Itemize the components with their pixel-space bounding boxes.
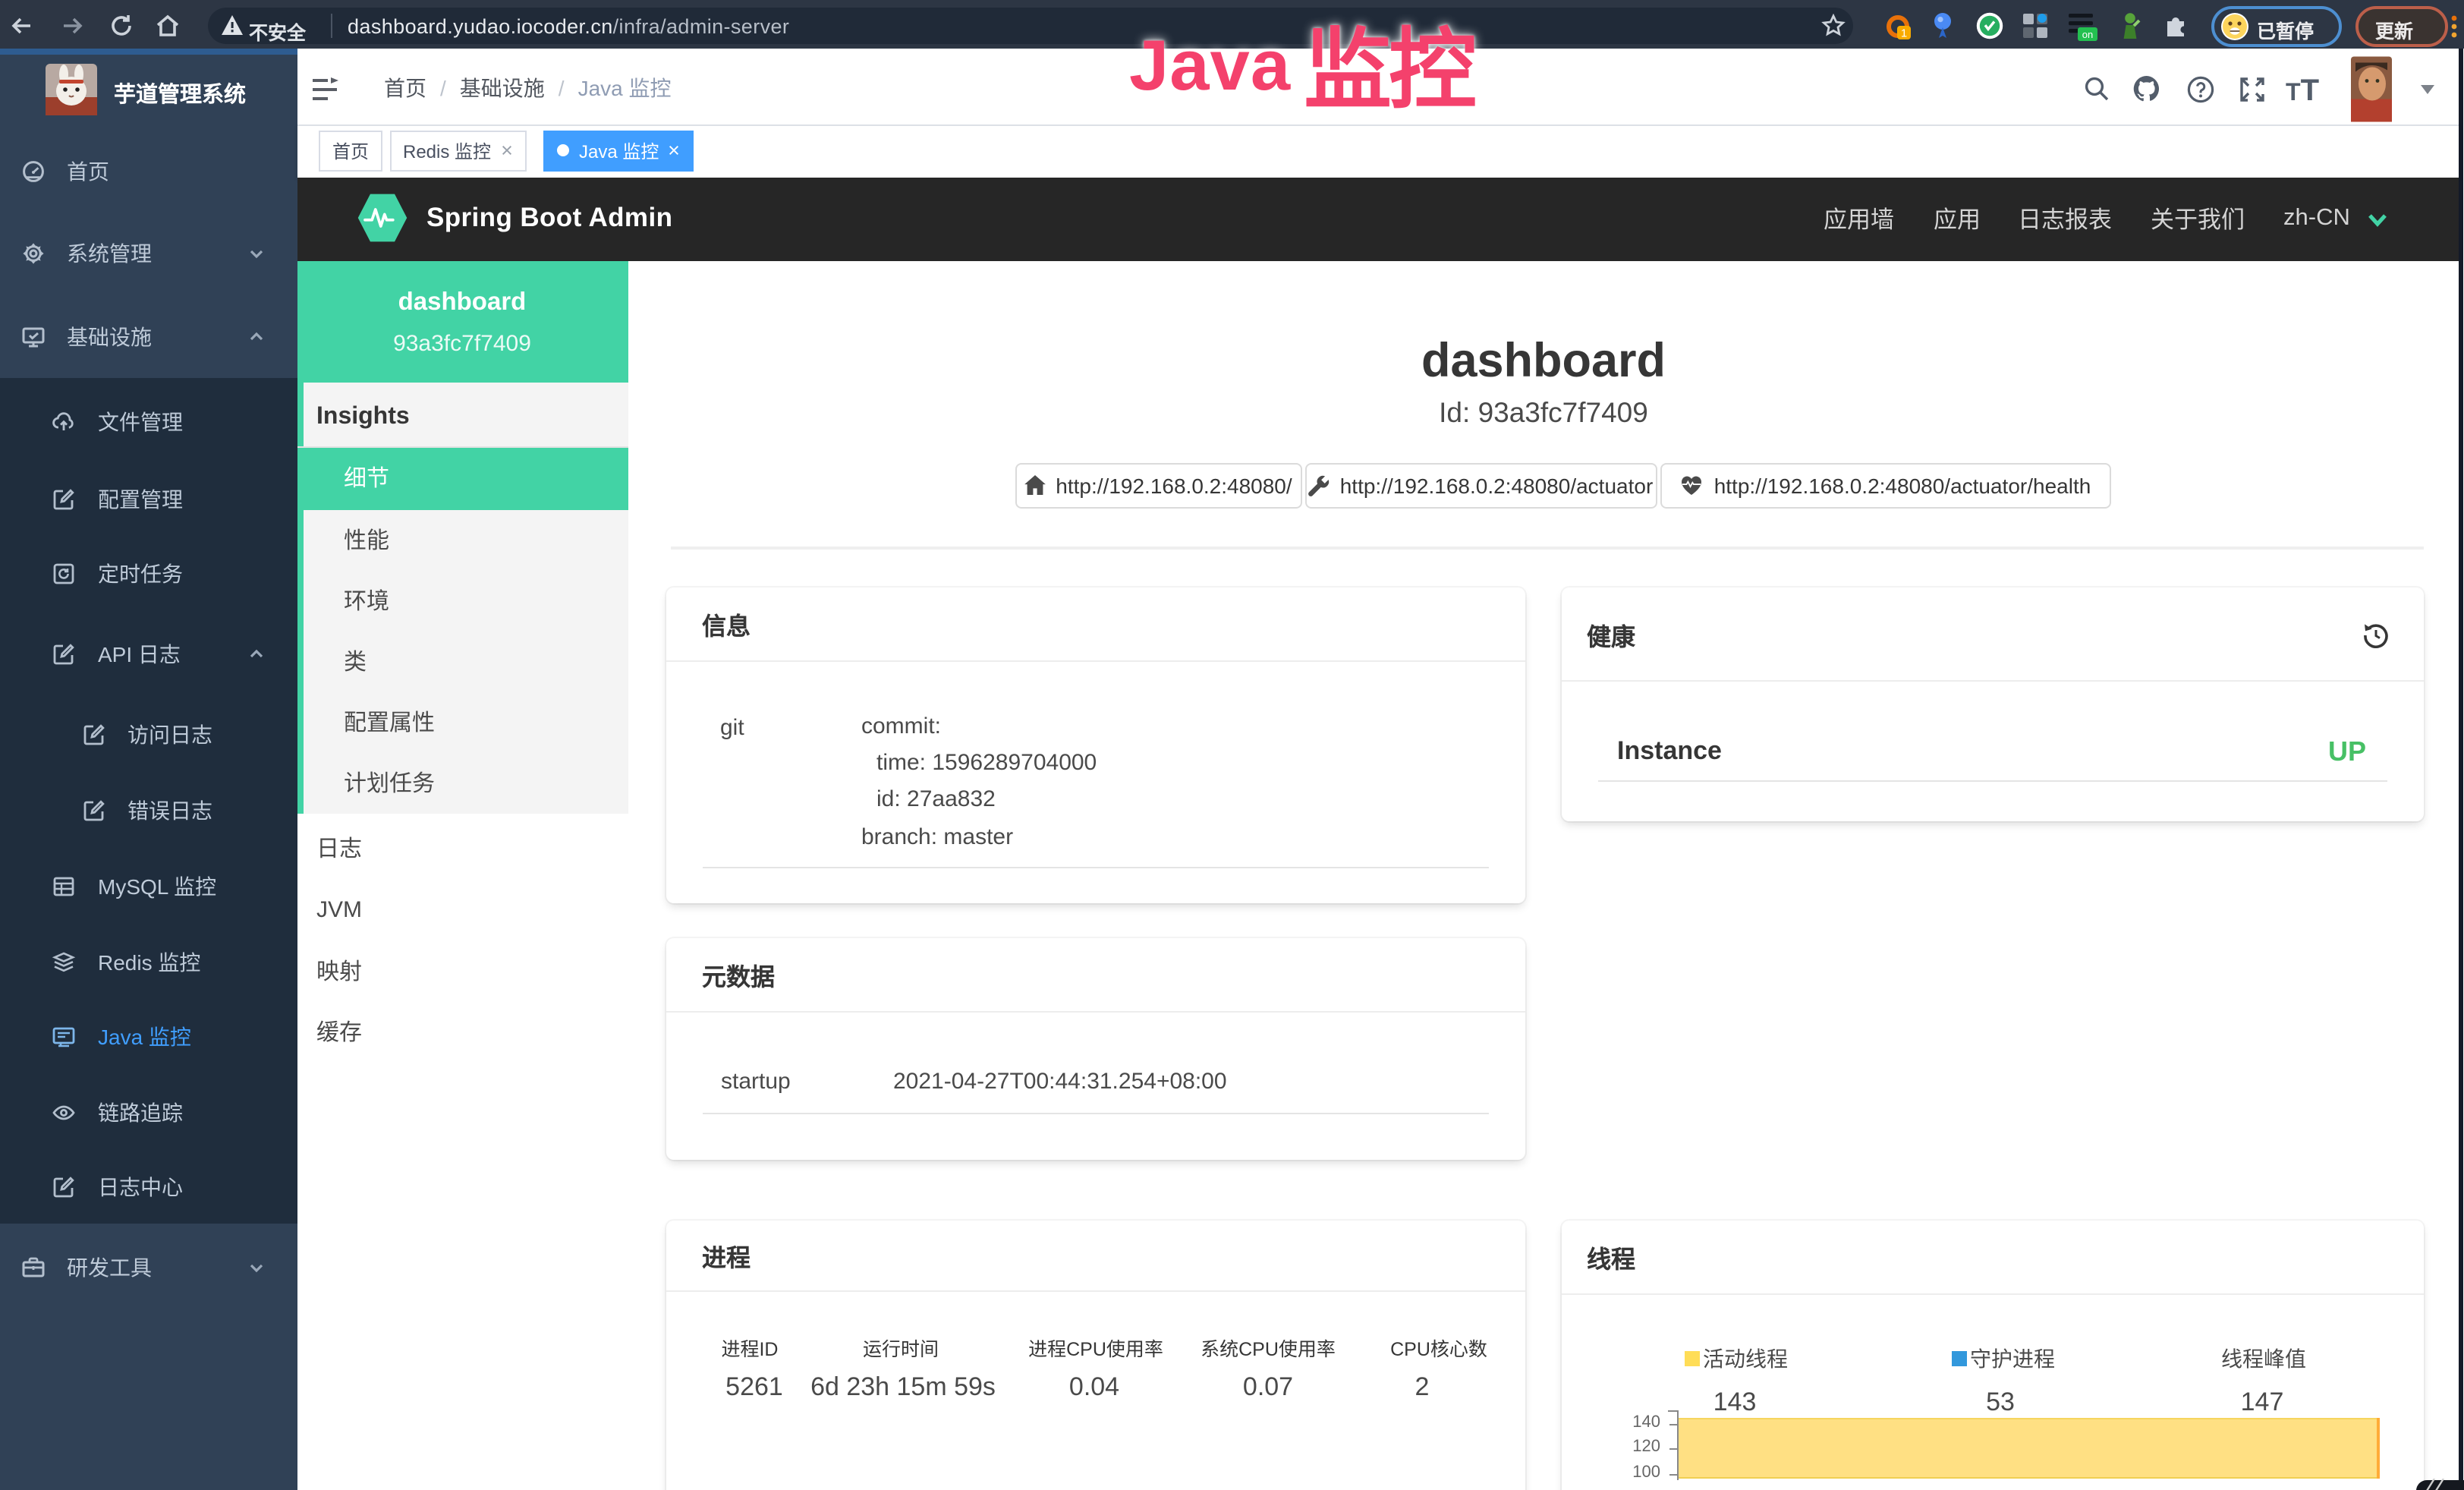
svg-text:1: 1 — [1901, 27, 1907, 39]
svg-text:on: on — [2082, 29, 2093, 40]
